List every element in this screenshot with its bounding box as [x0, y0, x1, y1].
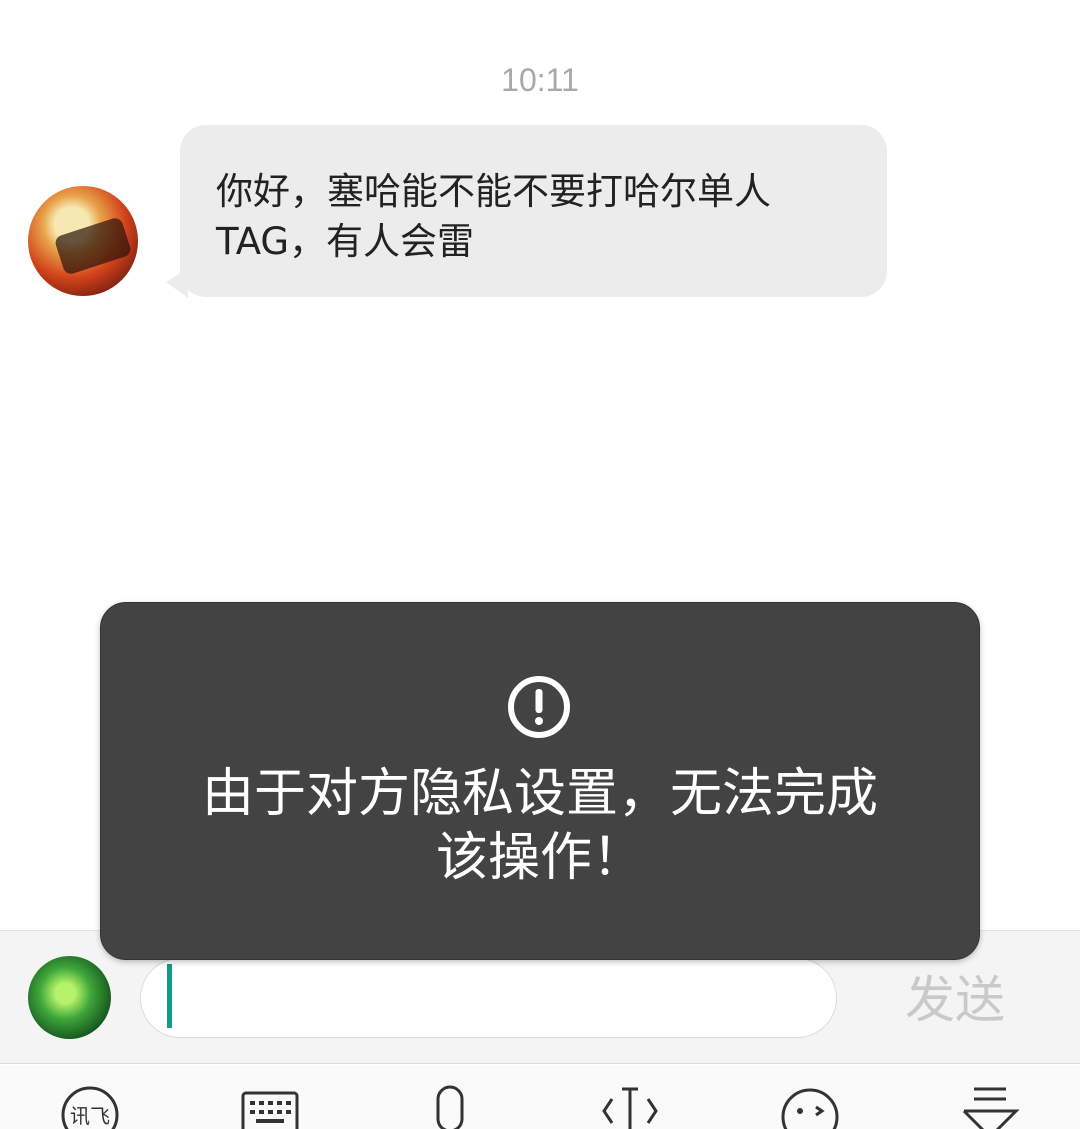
self-avatar[interactable] — [28, 956, 111, 1039]
text-caret — [167, 964, 172, 1028]
cursor-move-icon[interactable] — [600, 1085, 660, 1129]
message-bubble[interactable]: 你好，塞哈能不能不要打哈尔单人 TAG，有人会雷 — [180, 125, 887, 297]
toast-message-line2: 该操作！ — [435, 828, 644, 888]
toast-message: 由于对方隐私设置，无法完成 该操作！ — [100, 762, 980, 890]
message-text-line1: 你好，塞哈能不能不要打哈尔单人 — [216, 170, 771, 213]
collapse-keyboard-icon[interactable] — [960, 1085, 1020, 1129]
send-button[interactable]: 发送 — [905, 970, 1005, 1030]
ifly-logo-text: 讯飞 — [70, 1104, 110, 1128]
emoji-icon[interactable] — [780, 1085, 840, 1129]
keyboard-icon[interactable] — [240, 1085, 300, 1129]
alert-circle-icon — [508, 676, 570, 738]
microphone-icon[interactable] — [420, 1085, 480, 1129]
message-text-line2: TAG，有人会雷 — [216, 220, 475, 263]
ifly-logo-icon[interactable]: 讯飞 — [60, 1085, 120, 1129]
chat-timestamp: 10:11 — [501, 62, 579, 98]
peer-avatar[interactable] — [28, 186, 138, 296]
message-input[interactable] — [140, 958, 837, 1038]
toast-message-line1: 由于对方隐私设置，无法完成 — [201, 764, 878, 824]
keyboard-toolbar: 讯飞 — [0, 1065, 1080, 1129]
